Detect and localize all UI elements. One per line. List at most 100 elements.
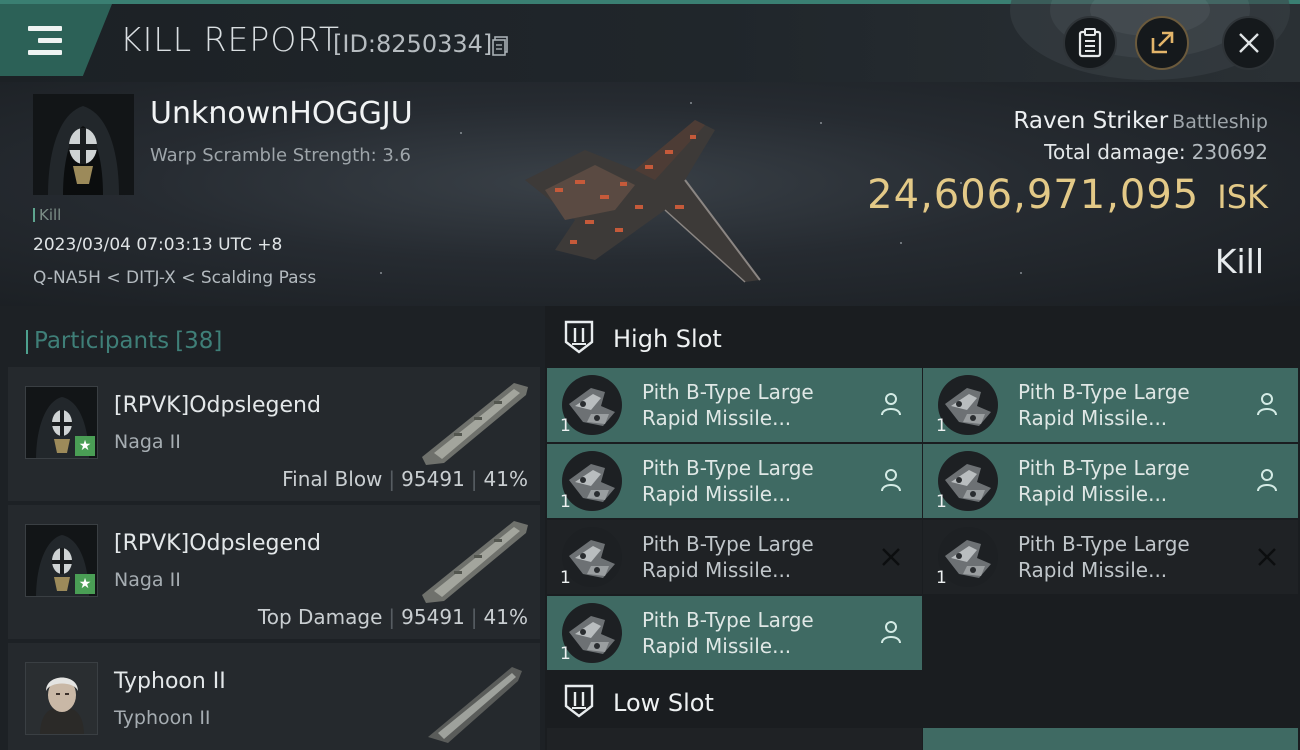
high-slot-module[interactable]: 1 Pith B-Type Large Rapid Missile...	[923, 520, 1298, 594]
module-name-line1: Pith B-Type Large	[642, 532, 814, 556]
share-button[interactable]	[1135, 16, 1189, 70]
participant-percent: 41%	[483, 605, 528, 629]
victim-name[interactable]: UnknownHOGGJU	[150, 96, 413, 131]
isk-value: 24,606,971,095 ISK	[867, 172, 1268, 218]
module-name: Pith B-Type Large Rapid Missile...	[1018, 531, 1248, 583]
participant-ship: Typhoon II	[114, 707, 211, 729]
participant-row[interactable]: Typhoon II Typhoon II	[8, 643, 540, 750]
module-name-line1: Pith B-Type Large	[642, 380, 814, 404]
module-name: Pith B-Type Large Rapid Missile...	[642, 455, 872, 507]
star-icon: ★	[75, 436, 95, 456]
module-name: Pith B-Type Large Rapid Missile...	[642, 379, 872, 431]
kill-tag: Kill	[33, 206, 61, 224]
participant-percent: 41%	[483, 467, 528, 491]
page-title: KILL REPORT	[120, 20, 340, 59]
participant-role: Final Blow	[282, 467, 383, 491]
low-slot-label: Low Slot	[613, 689, 714, 717]
high-slot-module[interactable]: 1 Pith B-Type Large Rapid Missile...	[923, 368, 1298, 442]
participant-name: [RPVK]Odpslegend	[114, 531, 321, 556]
module-name-line1: Pith B-Type Large	[642, 456, 814, 480]
high-slot-module[interactable]: 1 Pith B-Type Large Rapid Missile...	[547, 520, 922, 594]
report-id: [ID:8250334]	[333, 30, 493, 58]
star-icon: ★	[75, 574, 95, 594]
participant-row[interactable]: ★ [RPVK]Odpslegend Naga II Top Damage | 95…	[8, 505, 540, 639]
module-name-line1: Pith B-Type Large	[1018, 532, 1190, 556]
high-slot-module[interactable]: 1 Pith B-Type Large Rapid Missile...	[547, 596, 922, 670]
module-name-line2: Rapid Missile...	[1018, 482, 1168, 506]
module-name-line1: Pith B-Type Large	[1018, 380, 1190, 404]
participant-avatar	[25, 662, 98, 735]
isk-unit: ISK	[1217, 178, 1268, 216]
module-name: Pith B-Type Large Rapid Missile...	[642, 607, 872, 659]
top-bar: KILL REPORT [ID:8250334]	[0, 0, 1300, 82]
high-slot-header: High Slot	[545, 306, 1300, 368]
total-damage-label: Total damage:	[1044, 140, 1186, 164]
module-name-line2: Rapid Missile...	[642, 634, 792, 658]
fitting-panel: High Slot 1 Pith B-Type Large Rapid Missil…	[545, 306, 1300, 750]
participant-ship: Naga II	[114, 431, 181, 453]
participant-role: Top Damage	[257, 605, 383, 629]
person-icon	[1256, 468, 1278, 492]
module-name-line2: Rapid Missile...	[1018, 406, 1168, 430]
module-name: Pith B-Type Large Rapid Missile...	[642, 531, 872, 583]
module-quantity: 1	[560, 416, 571, 436]
ship-class: Battleship	[1172, 111, 1268, 133]
participant-stats: Top Damage | 95491 | 41%	[257, 605, 528, 629]
low-slot-header: Low Slot	[545, 670, 1300, 732]
module-name: Pith B-Type Large Rapid Missile...	[1018, 379, 1248, 431]
low-slot-module[interactable]	[923, 728, 1298, 750]
participant-ship: Naga II	[114, 569, 181, 591]
close-icon	[1256, 544, 1278, 568]
high-slot-module[interactable]: 1 Pith B-Type Large Rapid Missile...	[547, 444, 922, 518]
ship-name: Raven Striker	[1013, 108, 1169, 134]
close-button[interactable]	[1222, 16, 1276, 70]
low-slot-module[interactable]	[547, 728, 922, 750]
kill-result: Kill	[1214, 242, 1264, 281]
victim-ship-image	[525, 120, 761, 283]
module-name-line1: Pith B-Type Large	[1018, 456, 1190, 480]
copy-id-icon[interactable]	[492, 36, 508, 56]
person-icon	[880, 620, 902, 644]
total-damage-value: 230692	[1191, 140, 1268, 164]
clipboard-icon	[1078, 28, 1102, 58]
close-icon	[880, 544, 902, 568]
module-quantity: 1	[936, 492, 947, 512]
participants-label: Participants	[34, 328, 170, 354]
victim-ship[interactable]: Raven Striker Battleship	[1013, 108, 1268, 134]
clipboard-button[interactable]	[1063, 16, 1117, 70]
participant-row[interactable]: ★ [RPVK]Odpslegend Naga II Final Blow | 95…	[8, 367, 540, 501]
victim-avatar[interactable]	[33, 94, 134, 195]
person-icon	[880, 468, 902, 492]
participant-ship-image	[428, 667, 522, 743]
module-name-line2: Rapid Missile...	[642, 558, 792, 582]
person-icon	[880, 392, 902, 416]
total-damage: Total damage: 230692	[1044, 140, 1268, 164]
menu-button[interactable]	[0, 4, 112, 76]
warp-scramble-strength: Warp Scramble Strength: 3.6	[150, 145, 412, 166]
kill-datetime: 2023/03/04 07:03:13 UTC +8	[33, 235, 283, 255]
person-icon	[1256, 392, 1278, 416]
participant-name: [RPVK]Odpslegend	[114, 393, 321, 418]
kill-location[interactable]: Q-NA5H < DITJ-X < Scalding Pass	[33, 268, 316, 288]
victim-banner: UnknownHOGGJU Warp Scramble Strength: 3.…	[0, 82, 1300, 306]
module-quantity: 1	[936, 416, 947, 436]
share-icon	[1151, 31, 1174, 54]
participant-ship-image	[422, 383, 528, 465]
module-quantity: 1	[936, 568, 947, 588]
module-name-line2: Rapid Missile...	[642, 406, 792, 430]
high-slot-icon	[564, 320, 594, 354]
module-name: Pith B-Type Large Rapid Missile...	[1018, 455, 1248, 507]
module-quantity: 1	[560, 492, 571, 512]
participants-header: Participants [38]	[25, 328, 223, 354]
module-quantity: 1	[560, 644, 571, 664]
participant-ship-image	[422, 521, 528, 603]
close-icon	[1239, 33, 1259, 53]
participants-count: [38]	[175, 328, 223, 354]
module-quantity: 1	[560, 568, 571, 588]
high-slot-module[interactable]: 1 Pith B-Type Large Rapid Missile...	[923, 444, 1298, 518]
participant-name: Typhoon II	[114, 669, 226, 694]
participant-stats: Final Blow | 95491 | 41%	[282, 467, 528, 491]
low-slot-icon	[564, 684, 594, 718]
participant-damage: 95491	[401, 467, 465, 491]
high-slot-module[interactable]: 1 Pith B-Type Large Rapid Missile...	[547, 368, 922, 442]
